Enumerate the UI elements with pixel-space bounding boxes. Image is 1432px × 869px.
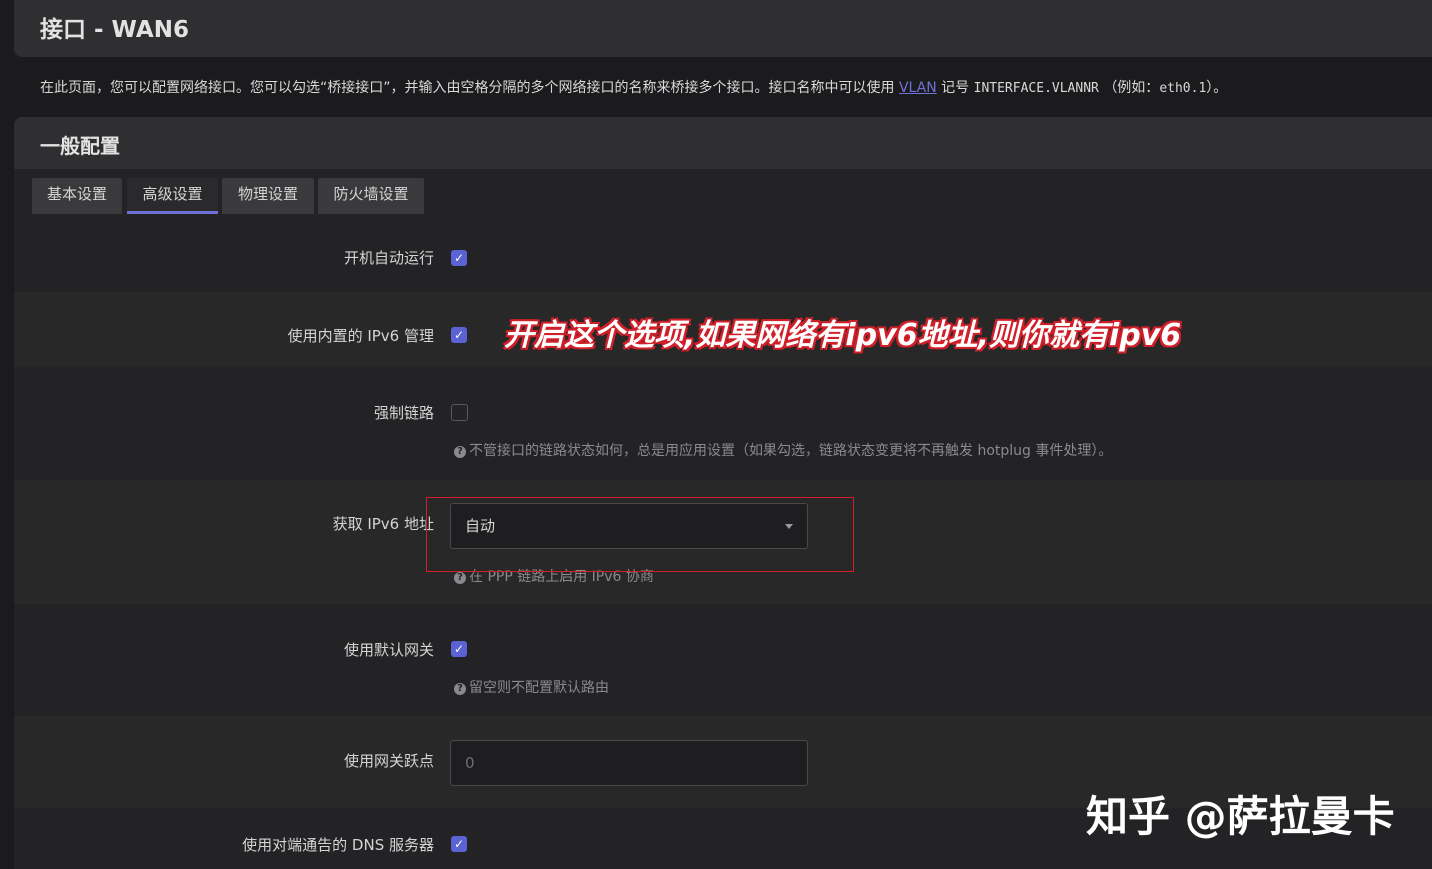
tab-advanced[interactable]: 高级设置	[127, 178, 218, 214]
description-code: INTERFACE.VLANNR	[973, 81, 1099, 96]
annotation-text: 开启这个选项,如果网络有ipv6地址,则你就有ipv6	[504, 318, 1182, 353]
gateway-metric-input[interactable]: 0	[450, 740, 808, 786]
tab-basic[interactable]: 基本设置	[32, 178, 122, 214]
peer-dns-label: 使用对端通告的 DNS 服务器	[242, 836, 434, 854]
help-icon: ?	[454, 572, 466, 584]
section-title: 一般配置	[40, 134, 120, 158]
highlight-box	[426, 497, 854, 572]
description-middle: 记号	[941, 80, 970, 96]
builtin-ipv6-label: 使用内置的 IPv6 管理	[287, 327, 434, 345]
auto-start-checkbox[interactable]: ✓	[451, 250, 467, 266]
builtin-ipv6-checkbox[interactable]: ✓	[451, 327, 467, 343]
default-gateway-checkbox[interactable]: ✓	[451, 641, 467, 657]
description-example-prefix: （例如：	[1103, 80, 1160, 96]
description-suffix: ）。	[1206, 80, 1228, 96]
row-force-link	[14, 366, 1432, 480]
gateway-metric-label: 使用网关跃点	[343, 752, 434, 770]
default-gateway-help: ? 留空则不配置默认路由	[454, 677, 609, 697]
force-link-checkbox[interactable]	[451, 404, 468, 421]
description-example-code: eth0.1	[1159, 81, 1207, 96]
section-header	[14, 117, 1432, 169]
default-gateway-label: 使用默认网关	[343, 641, 434, 659]
tab-physical[interactable]: 物理设置	[222, 178, 314, 214]
obtain-ipv6-label: 获取 IPv6 地址	[332, 515, 434, 533]
help-icon: ?	[454, 446, 466, 458]
description-prefix: 在此页面，您可以配置网络接口。您可以勾选“桥接接口”，并输入由空格分隔的多个网络…	[40, 80, 895, 96]
peer-dns-checkbox[interactable]: ✓	[451, 836, 467, 852]
header-bar	[14, 0, 1432, 57]
force-link-help-text: 不管接口的链路状态如何，总是用应用设置（如果勾选，链路状态变更将不再触发 hot…	[469, 443, 1113, 459]
watermark: 知乎 @萨拉曼卡	[1086, 792, 1395, 841]
tab-firewall[interactable]: 防火墙设置	[318, 178, 424, 214]
default-gateway-help-text: 留空则不配置默认路由	[469, 680, 609, 696]
auto-start-label: 开机自动运行	[343, 249, 434, 267]
force-link-label: 强制链路	[373, 404, 434, 422]
row-default-gateway	[14, 604, 1432, 716]
vlan-link[interactable]: VLAN	[899, 80, 937, 96]
page-description: 在此页面，您可以配置网络接口。您可以勾选“桥接接口”，并输入由空格分隔的多个网络…	[40, 77, 1227, 97]
page-title: 接口 - WAN6	[40, 17, 189, 43]
force-link-help: ? 不管接口的链路状态如何，总是用应用设置（如果勾选，链路状态变更将不再触发 ho…	[454, 440, 1112, 460]
help-icon: ?	[454, 683, 466, 695]
